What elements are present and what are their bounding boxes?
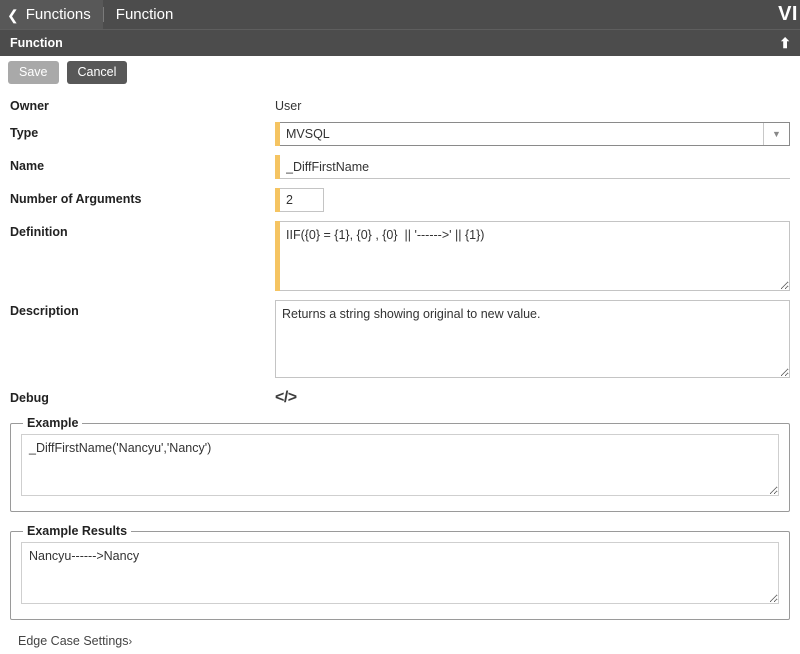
cancel-button[interactable]: Cancel (67, 61, 128, 85)
action-toolbar: Save Cancel (0, 56, 800, 89)
example-fieldset: Example _DiffFirstName('Nancyu','Nancy') (10, 416, 790, 512)
breadcrumb-current-label: Function (116, 6, 174, 23)
breadcrumb-parent-label: Functions (26, 6, 91, 23)
field-row-owner: Owner User (10, 95, 790, 113)
number-of-arguments-input[interactable] (280, 188, 324, 212)
owner-value: User (275, 95, 301, 113)
example-results-fieldset: Example Results Nancyu------>Nancy (10, 524, 790, 620)
chevron-down-icon[interactable]: ▼ (763, 123, 789, 145)
chevron-right-icon: › (129, 636, 133, 648)
type-select[interactable]: MVSQL ▼ (280, 122, 790, 146)
name-input[interactable] (280, 155, 790, 179)
definition-textarea[interactable]: IIF({0} = {1}, {0} , {0} || '------>' ||… (280, 221, 790, 291)
breadcrumb-current-function[interactable]: Function (104, 0, 186, 29)
description-label: Description (10, 300, 275, 318)
arrow-up-icon[interactable]: ⬆ (779, 36, 791, 50)
breadcrumb-bar: ❮ Functions Function VI (0, 0, 800, 29)
name-label: Name (10, 155, 275, 173)
field-row-description: Description Returns a string showing ori… (10, 300, 790, 378)
type-select-value: MVSQL (286, 127, 330, 141)
description-textarea[interactable]: Returns a string showing original to new… (275, 300, 790, 378)
section-titlebar: Function ⬆ (0, 29, 800, 56)
definition-label: Definition (10, 221, 275, 239)
field-row-type: Type MVSQL ▼ (10, 122, 790, 146)
number-of-arguments-label: Number of Arguments (10, 188, 275, 206)
edge-case-settings-label: Edge Case Settings (18, 634, 129, 648)
page-title: Function (10, 36, 63, 50)
field-row-definition: Definition IIF({0} = {1}, {0} , {0} || '… (10, 221, 790, 291)
example-results-legend: Example Results (23, 524, 131, 538)
example-legend: Example (23, 416, 82, 430)
example-textarea[interactable]: _DiffFirstName('Nancyu','Nancy') (21, 434, 779, 496)
edge-case-settings-link[interactable]: Edge Case Settings› (0, 632, 800, 648)
type-label: Type (10, 122, 275, 140)
chevron-left-icon[interactable]: ❮ (7, 8, 19, 22)
breadcrumb-parent-functions[interactable]: ❮ Functions (0, 0, 103, 29)
app-brand-text: VI (778, 3, 798, 26)
field-row-debug: Debug </> (10, 387, 790, 407)
example-results-textarea[interactable]: Nancyu------>Nancy (21, 542, 779, 604)
save-button[interactable]: Save (8, 61, 59, 85)
field-row-number-of-arguments: Number of Arguments (10, 188, 790, 212)
code-icon[interactable]: </> (275, 387, 297, 407)
function-form: Owner User Type MVSQL ▼ Name Number of A… (0, 89, 800, 407)
app-brand-logo: VI (778, 0, 800, 29)
field-row-name: Name (10, 155, 790, 179)
owner-label: Owner (10, 95, 275, 113)
debug-label: Debug (10, 387, 275, 405)
